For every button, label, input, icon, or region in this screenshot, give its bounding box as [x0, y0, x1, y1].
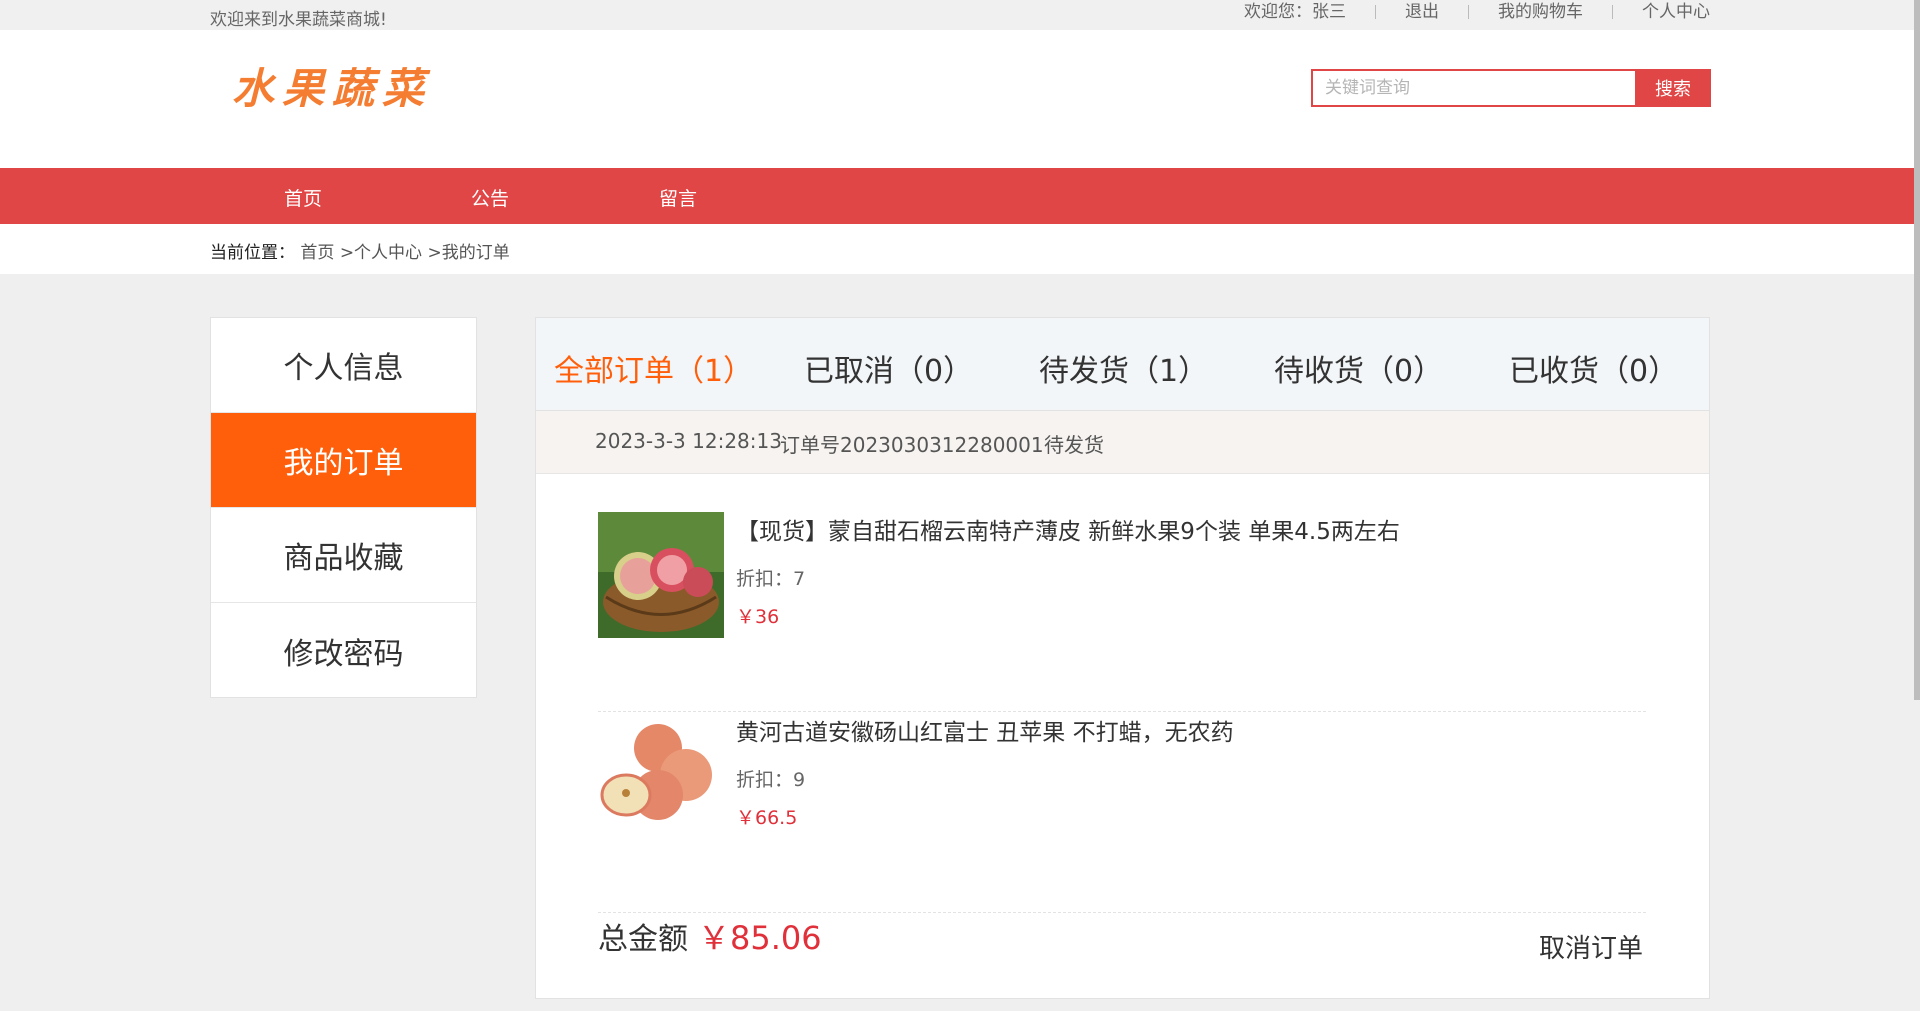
search-bar: 搜索: [1311, 69, 1711, 107]
tab-received[interactable]: 已收货（0）: [1509, 346, 1678, 390]
nav-notice[interactable]: 公告: [471, 184, 509, 211]
header: 水果蔬菜 搜索: [0, 30, 1920, 168]
order-status: 待发货: [1044, 433, 1104, 457]
product-discount: 折扣：7: [736, 568, 806, 590]
site-logo[interactable]: 水果蔬菜: [232, 55, 432, 116]
search-button[interactable]: 搜索: [1635, 69, 1711, 107]
product-title[interactable]: 【现货】蒙自甜石榴云南特产薄皮 新鲜水果9个装 单果4.5两左右: [736, 512, 1400, 546]
welcome-text: 欢迎来到水果蔬菜商城!: [210, 10, 387, 30]
total-label: 总金额: [598, 922, 688, 957]
order-total: 总金额 ￥85.06: [598, 913, 822, 959]
cancel-order-button[interactable]: 取消订单: [1539, 928, 1643, 965]
nav-home[interactable]: 首页: [284, 184, 322, 211]
product-price: ￥36: [736, 606, 780, 628]
tab-pending-ship[interactable]: 待发货（1）: [1039, 346, 1208, 390]
tab-pending-receive[interactable]: 待收货（0）: [1274, 346, 1443, 390]
breadcrumb: 当前位置： 首页 >个人中心 >我的订单: [210, 238, 510, 263]
sidebar: 个人信息 我的订单 商品收藏 修改密码: [210, 317, 477, 698]
product-title[interactable]: 黄河古道安徽砀山红富士 丑苹果 不打蜡，无农药: [736, 713, 1234, 747]
top-bar: 欢迎来到水果蔬菜商城! 欢迎您：张三 退出 我的购物车 个人中心: [0, 0, 1920, 30]
apple-image[interactable]: [598, 713, 724, 839]
breadcrumb-orders: >我的订单: [427, 243, 510, 263]
order-number: 订单号202303031228000­1: [780, 433, 1044, 457]
breadcrumb-center[interactable]: >个人中心: [340, 243, 422, 263]
order-header: 2023-3-3 12:28:13 订单号202303031228000­1 待…: [536, 411, 1709, 474]
order-time: 2023-3-3 12:28:13: [595, 429, 782, 453]
tab-all-orders[interactable]: 全部订单（1）: [554, 346, 753, 390]
cart-link[interactable]: 我的购物车: [1468, 4, 1612, 21]
sidebar-item-orders[interactable]: 我的订单: [211, 413, 476, 508]
nav-message[interactable]: 留言: [659, 184, 697, 211]
user-center-link[interactable]: 个人中心: [1612, 4, 1710, 21]
sidebar-item-favorites[interactable]: 商品收藏: [211, 508, 476, 603]
order-item: 黄河古道安徽砀山红富士 丑苹果 不打蜡，无农药 折扣：9 ￥66.5: [598, 713, 1646, 913]
product-price: ￥66.5: [736, 807, 798, 829]
order-tabs: 全部订单（1） 已取消（0） 待发货（1） 待收货（0） 已收货（0）: [536, 318, 1709, 411]
logout-link[interactable]: 退出: [1375, 4, 1468, 21]
main-nav: 首页 公告 留言: [0, 168, 1920, 224]
orders-panel: 全部订单（1） 已取消（0） 待发货（1） 待收货（0） 已收货（0） 2023…: [535, 317, 1710, 999]
product-discount: 折扣：9: [736, 769, 806, 791]
search-input[interactable]: [1311, 69, 1635, 107]
top-links: 欢迎您：张三 退出 我的购物车 个人中心: [1244, 2, 1710, 22]
order-item: 【现货】蒙自甜石榴云南特产薄皮 新鲜水果9个装 单果4.5两左右 折扣：7 ￥3…: [598, 512, 1646, 712]
user-greeting: 欢迎您：张三: [1244, 2, 1346, 22]
breadcrumb-label: 当前位置：: [210, 243, 295, 263]
pomegranate-image[interactable]: [598, 512, 724, 638]
sidebar-item-profile[interactable]: 个人信息: [211, 318, 476, 413]
sidebar-item-password[interactable]: 修改密码: [211, 603, 476, 698]
breadcrumb-bar: 当前位置： 首页 >个人中心 >我的订单: [0, 224, 1920, 274]
breadcrumb-home[interactable]: 首页: [300, 243, 334, 263]
tab-cancelled[interactable]: 已取消（0）: [804, 346, 973, 390]
total-amount: ￥85.06: [698, 919, 822, 957]
scrollbar[interactable]: [1914, 0, 1920, 700]
